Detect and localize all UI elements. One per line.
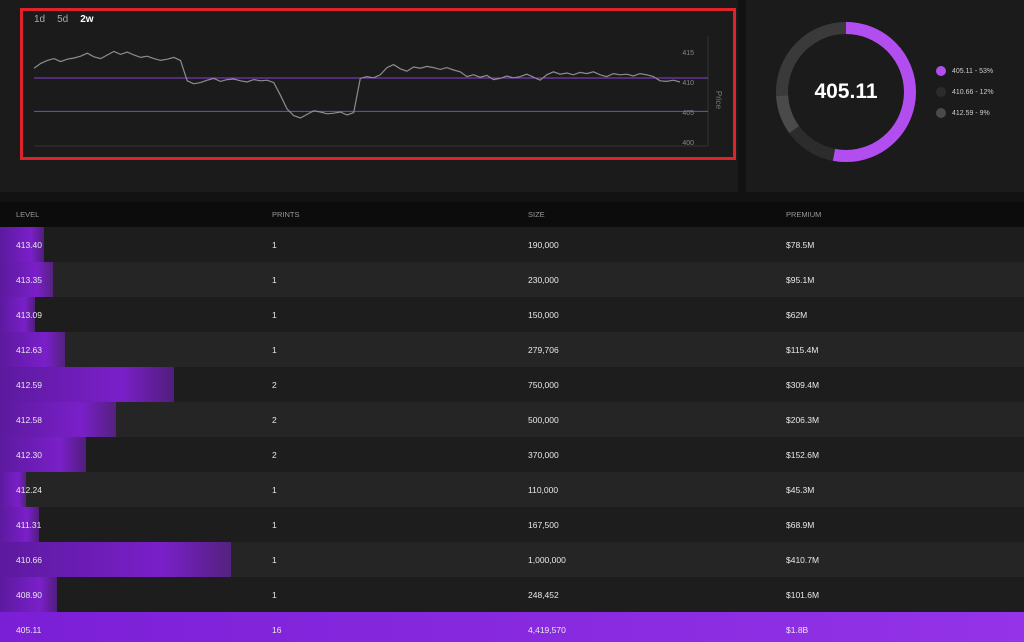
price-chart-panel: 400 405 410 415 Price 1d 5d 2w [0, 0, 738, 192]
levels-table: LEVEL PRINTS SIZE PREMIUM 413.40 1 190,000… [0, 202, 1024, 642]
header-premium[interactable]: PREMIUM [786, 210, 1024, 219]
size-cell: 4,419,570 [528, 624, 566, 635]
prints-cell: 1 [272, 309, 277, 320]
table-row[interactable]: 405.11 16 4,419,570 $1.8B [0, 612, 1024, 642]
header-level[interactable]: LEVEL [0, 210, 272, 219]
size-cell: 370,000 [528, 449, 559, 460]
premium-cell: $206.3M [786, 414, 820, 425]
legend-dot [936, 87, 946, 97]
table-row[interactable]: 413.09 1 150,000 $62M [0, 297, 1024, 332]
premium-cell: $62M [786, 309, 808, 320]
legend-item[interactable]: 405.11 - 53% [936, 66, 994, 76]
premium-cell: $95.1M [786, 274, 815, 285]
prints-cell: 2 [272, 449, 277, 460]
highlight-box [20, 8, 736, 160]
size-cell: 500,000 [528, 414, 559, 425]
legend-item[interactable]: 412.59 - 9% [936, 108, 994, 118]
premium-cell: $101.6M [786, 589, 820, 600]
table-row[interactable]: 412.59 2 750,000 $309.4M [0, 367, 1024, 402]
legend-dot [936, 108, 946, 118]
donut-center-value: 405.11 [814, 80, 878, 103]
level-cell: 412.30 [16, 449, 42, 460]
table-row[interactable]: 408.90 1 248,452 $101.6M [0, 577, 1024, 612]
range-tabs: 1d 5d 2w [34, 14, 94, 25]
level-cell: 413.09 [16, 309, 42, 320]
table-row[interactable]: 411.31 1 167,500 $68.9M [0, 507, 1024, 542]
table-header: LEVEL PRINTS SIZE PREMIUM [0, 202, 1024, 227]
premium-cell: $78.5M [786, 239, 815, 250]
premium-cell: $152.6M [786, 449, 820, 460]
level-cell: 412.24 [16, 484, 42, 495]
tab-2w[interactable]: 2w [80, 14, 93, 25]
header-prints[interactable]: PRINTS [272, 210, 528, 219]
table-row[interactable]: 412.63 1 279,706 $115.4M [0, 332, 1024, 367]
legend-dot [936, 66, 946, 76]
donut-legend: 405.11 - 53% 410.66 - 12% 412.59 - 9% [936, 66, 994, 129]
premium-cell: $309.4M [786, 379, 820, 390]
table-row[interactable]: 412.24 1 110,000 $45.3M [0, 472, 1024, 507]
tab-1d[interactable]: 1d [34, 14, 45, 25]
size-cell: 248,452 [528, 589, 559, 600]
level-cell: 412.59 [16, 379, 42, 390]
prints-cell: 1 [272, 239, 277, 250]
size-cell: 1,000,000 [528, 554, 566, 565]
prints-cell: 2 [272, 379, 277, 390]
table-body: 413.40 1 190,000 $78.5M 413.35 1 230,000 $95.1M… [0, 227, 1024, 642]
legend-item[interactable]: 410.66 - 12% [936, 87, 994, 97]
level-cell: 408.90 [16, 589, 42, 600]
level-cell: 413.40 [16, 239, 42, 250]
level-cell: 412.58 [16, 414, 42, 425]
legend-label: 412.59 - 9% [952, 109, 990, 117]
premium-cell: $115.4M [786, 344, 819, 355]
level-cell: 405.11 [16, 624, 42, 635]
legend-label: 410.66 - 12% [952, 88, 994, 96]
donut-panel: 405.11 405.11 - 53% 410.66 - 12% 412.59 - … [746, 0, 1024, 192]
prints-cell: 2 [272, 414, 277, 425]
premium-cell: $68.9M [786, 519, 815, 530]
table-row[interactable]: 413.40 1 190,000 $78.5M [0, 227, 1024, 262]
size-cell: 167,500 [528, 519, 559, 530]
prints-cell: 1 [272, 274, 277, 285]
prints-cell: 16 [272, 624, 282, 635]
size-cell: 279,706 [528, 344, 559, 355]
prints-cell: 1 [272, 519, 277, 530]
premium-cell: $45.3M [786, 484, 815, 495]
level-cell: 413.35 [16, 274, 42, 285]
table-row[interactable]: 412.58 2 500,000 $206.3M [0, 402, 1024, 437]
prints-cell: 1 [272, 484, 277, 495]
level-cell: 411.31 [16, 519, 42, 530]
prints-cell: 1 [272, 554, 277, 565]
size-cell: 150,000 [528, 309, 559, 320]
prints-cell: 1 [272, 589, 277, 600]
level-cell: 410.66 [16, 554, 42, 565]
size-cell: 110,000 [528, 484, 559, 495]
size-cell: 750,000 [528, 379, 559, 390]
legend-label: 405.11 - 53% [952, 67, 994, 75]
premium-cell: $1.8B [786, 624, 809, 635]
prints-cell: 1 [272, 344, 277, 355]
table-row[interactable]: 410.66 1 1,000,000 $410.7M [0, 542, 1024, 577]
size-cell: 230,000 [528, 274, 559, 285]
premium-cell: $410.7M [786, 554, 820, 565]
level-cell: 412.63 [16, 344, 42, 355]
size-cell: 190,000 [528, 239, 559, 250]
table-row[interactable]: 413.35 1 230,000 $95.1M [0, 262, 1024, 297]
header-size[interactable]: SIZE [528, 210, 786, 219]
table-row[interactable]: 412.30 2 370,000 $152.6M [0, 437, 1024, 472]
tab-5d[interactable]: 5d [57, 14, 68, 25]
